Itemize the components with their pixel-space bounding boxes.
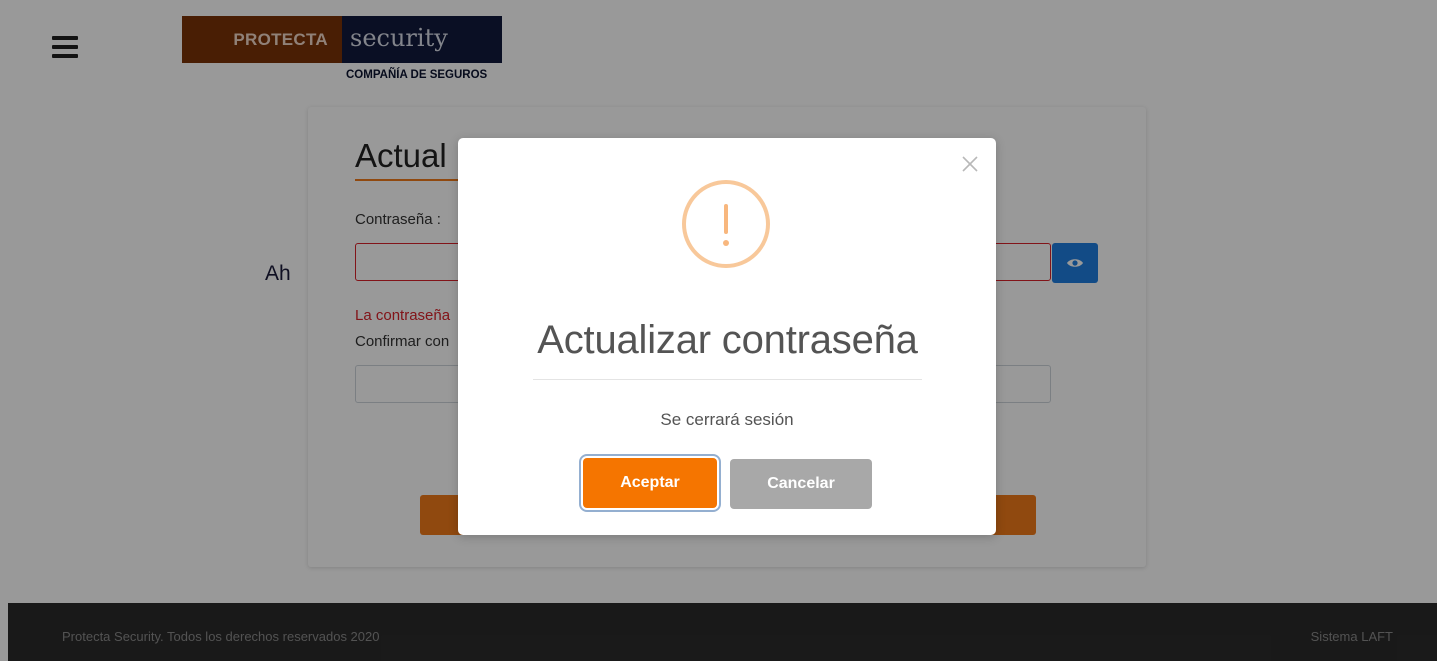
dialog-title-divider	[533, 379, 922, 380]
warning-exclamation-icon	[682, 180, 770, 268]
confirm-dialog: Actualizar contraseña Se cerrará sesión …	[458, 138, 996, 535]
dialog-title: Actualizar contraseña	[537, 318, 918, 362]
accept-button[interactable]: Aceptar	[583, 458, 717, 508]
dialog-message: Se cerrará sesión	[660, 410, 794, 429]
close-icon[interactable]	[958, 152, 982, 176]
cancel-button[interactable]: Cancelar	[730, 459, 872, 509]
